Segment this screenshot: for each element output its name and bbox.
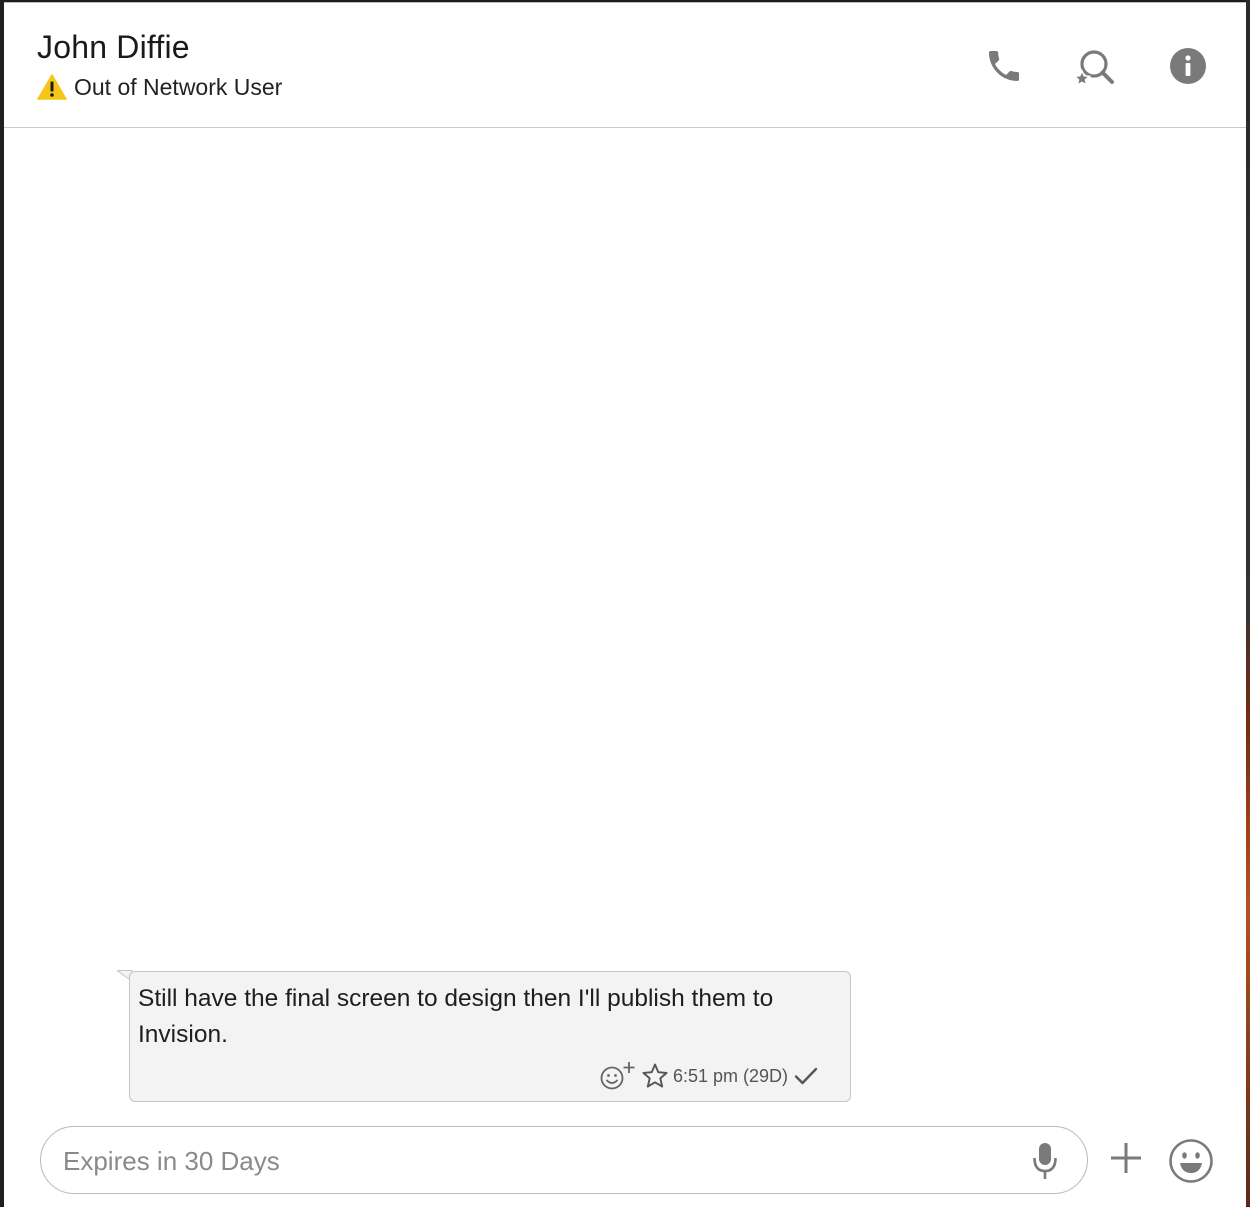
microphone-icon[interactable] [1031, 1141, 1059, 1181]
contact-status: Out of Network User [37, 73, 282, 101]
message-meta: 6:51 pm (29D) [599, 1061, 818, 1091]
starred-search-icon[interactable] [1070, 45, 1116, 91]
message-input[interactable] [61, 1135, 1005, 1187]
checkmark-icon [794, 1067, 818, 1085]
message-input-container[interactable] [40, 1126, 1088, 1194]
message-timestamp: 6:51 pm (29D) [672, 1065, 788, 1086]
message-composer [4, 1118, 1246, 1207]
message-list[interactable]: Still have the final screen to design th… [4, 128, 1246, 1118]
warning-icon [37, 74, 67, 100]
info-icon[interactable] [1169, 47, 1207, 85]
window-edge-right [1246, 0, 1250, 1206]
emoji-icon[interactable] [1168, 1138, 1214, 1184]
star-icon[interactable] [641, 1062, 669, 1090]
status-text: Out of Network User [74, 73, 283, 100]
message-bubble[interactable]: Still have the final screen to design th… [129, 971, 851, 1102]
plus-icon[interactable] [1108, 1140, 1144, 1176]
chat-header: John Diffie Out of Network User [4, 3, 1246, 128]
phone-icon[interactable] [984, 46, 1024, 86]
message-text: Still have the final screen to design th… [138, 985, 774, 1048]
contact-name: John Diffie [37, 29, 190, 65]
add-reaction-icon[interactable] [599, 1061, 637, 1091]
chat-window: John Diffie Out of Network User Still ha… [4, 2, 1246, 1207]
